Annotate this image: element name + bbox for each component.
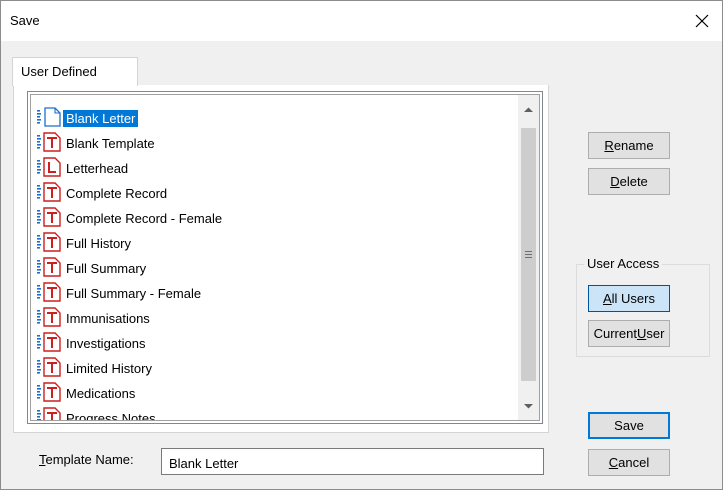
cancel-button-mnemonic: C bbox=[608, 455, 619, 470]
list-item-label: Progress Notes bbox=[66, 411, 156, 421]
template-document-icon bbox=[36, 282, 63, 305]
scroll-up-button[interactable] bbox=[518, 99, 539, 120]
delete-button-mnemonic: D bbox=[610, 174, 620, 189]
list-item[interactable]: Complete Record - Female bbox=[36, 206, 225, 231]
template-document-icon bbox=[36, 182, 63, 205]
list-item-label: Immunisations bbox=[66, 311, 150, 326]
rename-button-mnemonic: R bbox=[604, 138, 614, 153]
list-item[interactable]: Complete Record bbox=[36, 181, 225, 206]
list-item-label: Complete Record bbox=[66, 186, 168, 201]
rename-button[interactable]: Rename bbox=[588, 132, 670, 159]
template-document-icon bbox=[36, 332, 63, 355]
list-item[interactable]: Blank Letter bbox=[36, 106, 225, 131]
list-item[interactable]: Full Summary - Female bbox=[36, 281, 225, 306]
tab-user-defined[interactable]: User Defined bbox=[12, 57, 138, 86]
template-name-input[interactable] bbox=[161, 448, 544, 475]
user-access-legend: User Access bbox=[584, 256, 663, 271]
all-users-button[interactable]: All Users bbox=[588, 285, 670, 312]
rename-button-label-post: ename bbox=[613, 138, 654, 153]
blank-document-icon bbox=[36, 107, 63, 130]
scroll-down-arrow-icon bbox=[524, 403, 533, 408]
all-users-button-label-post: ll Users bbox=[611, 291, 655, 306]
list-item[interactable]: Blank Template bbox=[36, 131, 225, 156]
template-document-icon bbox=[36, 132, 63, 155]
title-bar: Save bbox=[1, 1, 722, 41]
current-user-button-label-pre: Current bbox=[593, 326, 637, 341]
list-item[interactable]: Progress Notes bbox=[36, 406, 225, 421]
list-item-label: Full History bbox=[66, 236, 132, 251]
list-item-label: Blank Template bbox=[66, 136, 155, 151]
save-button[interactable]: Save bbox=[588, 412, 670, 439]
list-item-label: Medications bbox=[66, 386, 136, 401]
scrollbar-thumb[interactable] bbox=[521, 128, 536, 381]
cancel-button-label-post: ancel bbox=[618, 455, 650, 470]
template-list[interactable]: Blank Letter Blank Template Letterhead Comp… bbox=[27, 91, 543, 424]
list-item[interactable]: Investigations bbox=[36, 331, 225, 356]
template-list-viewport: Blank Letter Blank Template Letterhead Comp… bbox=[30, 94, 540, 421]
window-title: Save bbox=[10, 13, 40, 28]
save-button-label: Save bbox=[614, 418, 644, 433]
template-list-items: Blank Letter Blank Template Letterhead Comp… bbox=[36, 106, 225, 421]
template-name-label: Template Name: bbox=[39, 452, 134, 467]
list-item-label: Full Summary - Female bbox=[66, 286, 202, 301]
template-document-icon bbox=[36, 407, 63, 420]
list-item[interactable]: Immunisations bbox=[36, 306, 225, 331]
template-document-icon bbox=[36, 307, 63, 330]
all-users-button-mnemonic: A bbox=[602, 291, 612, 306]
template-document-icon bbox=[36, 382, 63, 405]
list-item[interactable]: Medications bbox=[36, 381, 225, 406]
list-item[interactable]: Full History bbox=[36, 231, 225, 256]
close-button[interactable] bbox=[682, 1, 722, 41]
list-item-label: Full Summary bbox=[66, 261, 147, 276]
cancel-button[interactable]: Cancel bbox=[588, 449, 670, 476]
tab-user-defined-label: User Defined bbox=[21, 64, 97, 79]
template-document-icon bbox=[36, 207, 63, 230]
vertical-scrollbar[interactable] bbox=[518, 95, 539, 420]
template-document-icon bbox=[36, 357, 63, 380]
list-item[interactable]: Limited History bbox=[36, 356, 225, 381]
delete-button[interactable]: Delete bbox=[588, 168, 670, 195]
current-user-button[interactable]: Current User bbox=[588, 320, 670, 347]
delete-button-label-post: elete bbox=[619, 174, 648, 189]
scroll-up-arrow-icon bbox=[524, 107, 533, 112]
list-item[interactable]: Full Summary bbox=[36, 256, 225, 281]
template-document-icon bbox=[36, 257, 63, 280]
list-item-label: Limited History bbox=[66, 361, 152, 376]
list-item-label: Letterhead bbox=[66, 161, 129, 176]
scrollbar-grip-icon bbox=[525, 251, 532, 258]
letterhead-document-icon bbox=[36, 157, 63, 180]
template-document-icon bbox=[36, 232, 63, 255]
list-item-label: Investigations bbox=[66, 336, 146, 351]
save-dialog: Save User Defined Blank Letter Blank Temp… bbox=[0, 0, 723, 490]
list-item[interactable]: Letterhead bbox=[36, 156, 225, 181]
list-item-label: Complete Record - Female bbox=[66, 211, 223, 226]
template-name-label-rest: emplate Name: bbox=[45, 452, 134, 467]
close-icon bbox=[695, 14, 709, 28]
current-user-button-mnemonic: U bbox=[636, 326, 647, 341]
list-item-label: Blank Letter bbox=[63, 110, 139, 127]
current-user-button-label-post: ser bbox=[646, 326, 665, 341]
scroll-down-button[interactable] bbox=[518, 395, 539, 416]
